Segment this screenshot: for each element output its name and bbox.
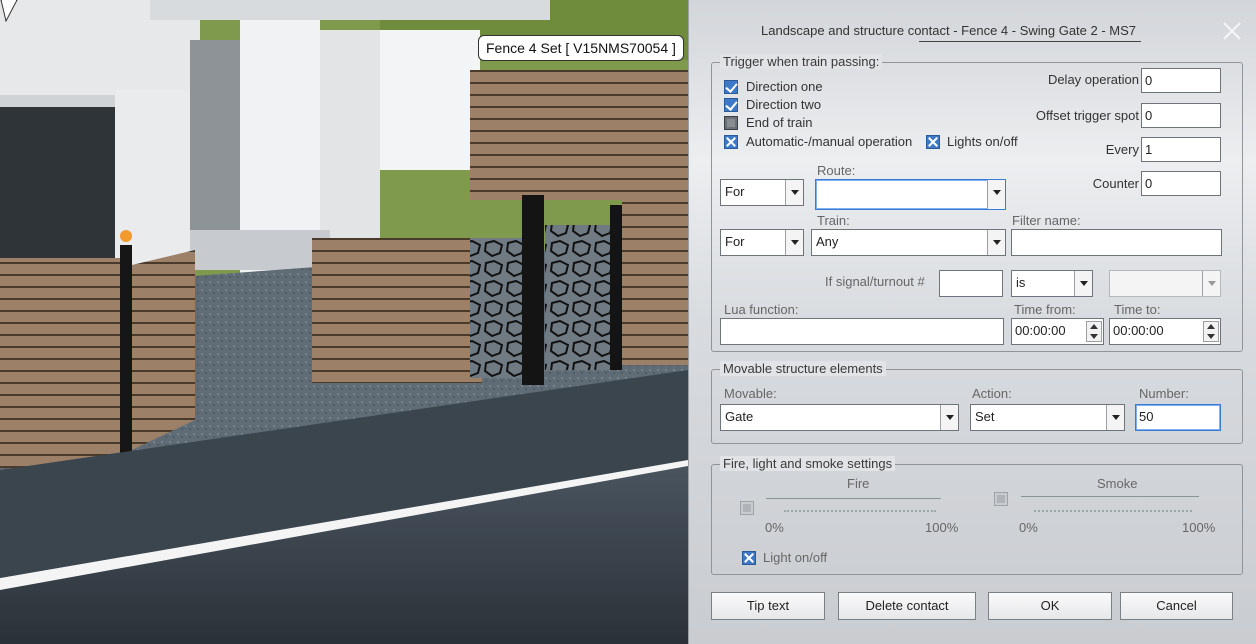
chevron-down-icon[interactable] (1106, 405, 1124, 430)
offset-input[interactable]: 0 (1141, 103, 1221, 128)
auto-manual-checkbox[interactable] (724, 135, 738, 149)
train-label: Train: (817, 213, 850, 228)
train-select[interactable]: Any (811, 229, 1006, 256)
light-checkbox[interactable] (742, 551, 756, 565)
scene-render (0, 0, 688, 644)
time-to-label: Time to: (1114, 302, 1161, 317)
scene-viewport[interactable]: Fence 4 Set [ V15NMS70054 ] (0, 0, 688, 644)
offset-label: Offset trigger spot (1035, 108, 1139, 123)
fire-checkbox[interactable] (740, 501, 754, 515)
time-from-spinner[interactable]: 00:00:00 (1011, 318, 1104, 345)
smoke-checkbox[interactable] (994, 492, 1008, 506)
smoke-max-label: 100% (1182, 520, 1216, 535)
chevron-down-icon[interactable] (1074, 271, 1092, 296)
movable-label: Movable: (724, 386, 777, 401)
auto-manual-label: Automatic-/manual operation (746, 134, 913, 149)
action-label: Action: (972, 386, 1012, 401)
signal-state-select[interactable] (1109, 270, 1221, 297)
train-for-value: For (725, 234, 745, 249)
signal-input[interactable] (939, 270, 1003, 297)
delete-contact-button[interactable]: Delete contact (838, 592, 976, 620)
movable-select[interactable]: Gate (720, 404, 959, 431)
filter-label: Filter name: (1012, 213, 1081, 228)
object-tooltip: Fence 4 Set [ V15NMS70054 ] (478, 35, 684, 61)
is-select[interactable]: is (1011, 270, 1093, 297)
smoke-slider[interactable] (1021, 496, 1199, 497)
every-input[interactable]: 1 (1141, 137, 1221, 162)
route-for-select[interactable]: For (720, 179, 804, 206)
action-select[interactable]: Set (970, 404, 1125, 431)
close-icon[interactable] (1221, 20, 1243, 42)
end-of-train-label: End of train (746, 115, 813, 130)
number-input[interactable]: 50 (1135, 404, 1221, 431)
train-value: Any (816, 234, 839, 249)
lights-checkbox[interactable] (926, 135, 940, 149)
time-from-value: 00:00:00 (1015, 323, 1066, 338)
smoke-min-label: 0% (1019, 520, 1038, 535)
light-label: Light on/off (763, 550, 828, 565)
filter-name-input[interactable] (1011, 229, 1222, 256)
counter-input[interactable]: 0 (1141, 171, 1221, 196)
fire-max-label: 100% (925, 520, 959, 535)
ok-button[interactable]: OK (988, 592, 1112, 620)
lua-label: Lua function: (724, 302, 799, 317)
cancel-button[interactable]: Cancel (1120, 592, 1233, 620)
number-label: Number: (1139, 386, 1189, 401)
fire-slider[interactable] (766, 498, 941, 499)
fire-group-title: Fire, light and smoke settings (720, 456, 896, 471)
smoke-label: Smoke (1097, 476, 1138, 491)
tip-text-button[interactable]: Tip text (711, 592, 825, 620)
delay-input[interactable]: 0 (1141, 68, 1221, 93)
lua-function-input[interactable] (720, 318, 1004, 345)
signal-label: If signal/turnout # (825, 274, 925, 289)
time-to-value: 00:00:00 (1113, 323, 1164, 338)
end-of-train-checkbox[interactable] (724, 116, 738, 130)
chevron-down-icon[interactable] (987, 230, 1005, 255)
movable-group-title: Movable structure elements (720, 361, 886, 376)
action-value: Set (975, 409, 995, 424)
fire-slider-ticks (784, 510, 936, 512)
time-from-label: Time from: (1014, 302, 1076, 317)
route-for-value: For (725, 184, 745, 199)
direction-two-label: Direction two (746, 97, 822, 112)
spinner-arrows-icon[interactable] (1086, 321, 1102, 342)
chevron-down-icon[interactable] (940, 405, 958, 430)
direction-one-label: Direction one (746, 79, 823, 94)
every-label: Every (1105, 142, 1139, 157)
chevron-down-icon[interactable] (987, 180, 1005, 209)
is-value: is (1016, 275, 1026, 290)
movable-value: Gate (725, 409, 754, 424)
chevron-down-icon[interactable] (1202, 271, 1220, 296)
title-underline (919, 41, 1141, 42)
train-for-select[interactable]: For (720, 229, 804, 256)
contact-dialog: Landscape and structure contact - Fence … (688, 0, 1256, 644)
dialog-title: Landscape and structure contact - Fence … (761, 23, 1137, 38)
route-select[interactable] (815, 179, 1006, 210)
chevron-down-icon[interactable] (785, 230, 803, 255)
delay-label: Delay operation (1047, 72, 1139, 87)
counter-label: Counter (1092, 176, 1139, 191)
spinner-arrows-icon[interactable] (1203, 321, 1219, 342)
tooltip-tail (0, 0, 18, 22)
time-to-spinner[interactable]: 00:00:00 (1109, 318, 1221, 345)
smoke-slider-ticks (1034, 510, 1192, 512)
trigger-group-title: Trigger when train passing: (720, 54, 883, 69)
chevron-down-icon[interactable] (785, 180, 803, 205)
direction-two-checkbox[interactable] (724, 98, 738, 112)
direction-one-checkbox[interactable] (724, 80, 738, 94)
fire-min-label: 0% (765, 520, 784, 535)
fire-label: Fire (847, 476, 870, 491)
route-label: Route: (817, 163, 856, 178)
